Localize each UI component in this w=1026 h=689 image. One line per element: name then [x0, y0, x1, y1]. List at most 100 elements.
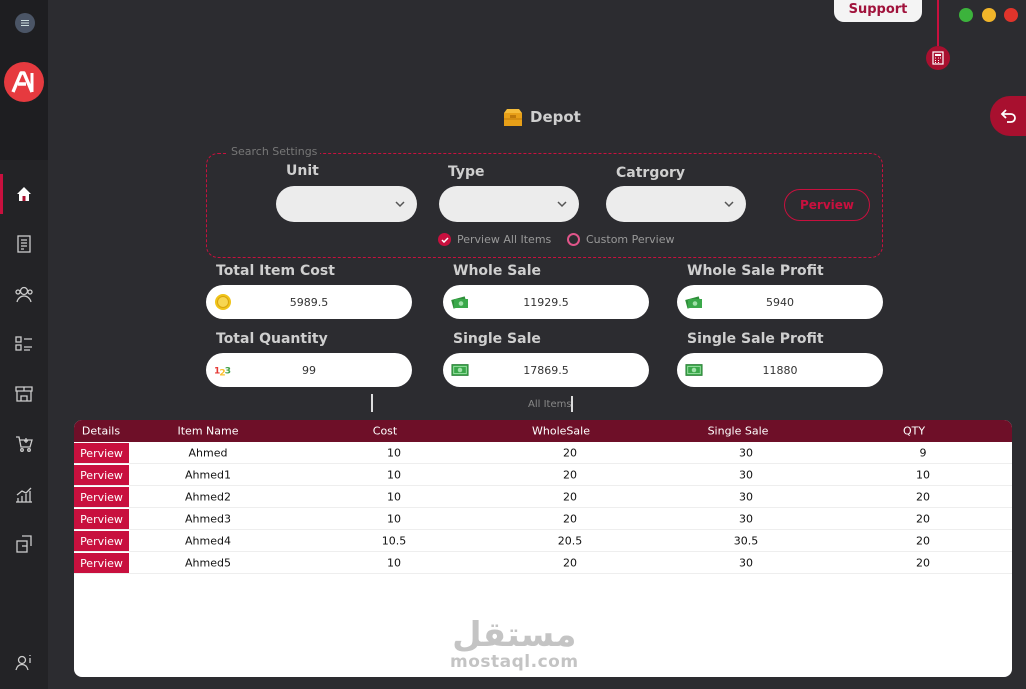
table-row[interactable]: Perview Ahmed1 10 20 30 10 — [74, 464, 1012, 486]
nav-documents[interactable] — [0, 224, 48, 264]
back-arrow-icon — [1000, 109, 1016, 123]
table-row[interactable]: Perview Ahmed 10 20 30 9 — [74, 442, 1012, 464]
table-cell: Ahmed3 — [185, 512, 231, 525]
table-cell: 20 — [563, 446, 577, 459]
table-cell: 20 — [563, 556, 577, 569]
table-cell: 20 — [916, 512, 930, 525]
type-label: Type — [448, 164, 485, 180]
store-icon — [15, 386, 33, 402]
cart-icon — [16, 436, 33, 452]
table-cell: 20 — [563, 512, 577, 525]
radio-unchecked-icon — [567, 233, 580, 246]
nav-store[interactable] — [0, 374, 48, 414]
banknote-icon — [451, 361, 469, 379]
users-icon — [15, 286, 33, 303]
row-preview-button[interactable]: Perview — [74, 553, 129, 573]
table-cell: 30 — [739, 468, 753, 481]
text-cursor — [371, 394, 373, 412]
table-row[interactable]: Perview Ahmed5 10 20 30 20 — [74, 552, 1012, 574]
column-header[interactable]: WholeSale — [532, 425, 590, 438]
box-icon — [504, 109, 522, 126]
row-preview-button[interactable]: Perview — [74, 465, 129, 485]
whole-sale-profit-field: 5940 — [677, 285, 883, 319]
column-header[interactable]: Cost — [373, 425, 397, 438]
table-cell: Ahmed5 — [185, 556, 231, 569]
numbers-icon: 123 — [214, 361, 232, 379]
table-row[interactable]: Perview Ahmed2 10 20 30 20 — [74, 486, 1012, 508]
maximize-button[interactable] — [959, 8, 973, 22]
nav-cart[interactable] — [0, 424, 48, 464]
table-cell: 10 — [387, 512, 401, 525]
radio-checked-icon — [438, 233, 451, 246]
table-cell: 30.5 — [733, 534, 759, 547]
unit-select[interactable] — [276, 186, 417, 222]
table-header: Details Item Name Cost WholeSale Single … — [74, 420, 1012, 442]
table-cell: 10 — [387, 446, 401, 459]
table-cell: 20.5 — [557, 534, 583, 547]
table-cell: 10 — [387, 556, 401, 569]
table-row[interactable]: Perview Ahmed4 10.5 20.5 30.5 20 — [74, 530, 1012, 552]
nav-user-info[interactable] — [0, 642, 48, 682]
type-select[interactable] — [439, 186, 579, 222]
radio-preview-all[interactable]: Perview All Items — [438, 233, 551, 246]
nav-users[interactable] — [0, 274, 48, 314]
nav-checklist[interactable] — [0, 324, 48, 364]
menu-button[interactable] — [15, 13, 35, 33]
whole-sale-field: 11929.5 — [443, 285, 649, 319]
chevron-down-icon — [395, 200, 405, 207]
column-header[interactable]: Details — [82, 425, 120, 438]
logo-icon — [11, 71, 34, 93]
table-cell: 30 — [739, 556, 753, 569]
menu-icon — [21, 20, 29, 26]
table-cell: 30 — [739, 512, 753, 525]
user-info-icon — [15, 655, 31, 671]
preview-button[interactable]: Perview — [784, 189, 870, 221]
table-cell: 20 — [563, 468, 577, 481]
checklist-icon — [15, 336, 32, 351]
coin-icon — [214, 293, 232, 311]
category-select[interactable] — [606, 186, 746, 222]
column-header[interactable]: Item Name — [178, 425, 239, 438]
nav-home[interactable] — [0, 174, 48, 214]
table-cell: 30 — [739, 490, 753, 503]
single-sale-profit-field: 11880 — [677, 353, 883, 387]
table-cell: 10 — [387, 490, 401, 503]
row-preview-button[interactable]: Perview — [74, 531, 129, 551]
calculator-button[interactable] — [926, 46, 950, 70]
divider — [937, 0, 939, 46]
banknote-icon — [685, 361, 703, 379]
export-icon — [16, 535, 32, 553]
row-preview-button[interactable]: Perview — [74, 509, 129, 529]
total-item-cost-field: 5989.5 — [206, 285, 412, 319]
close-button[interactable] — [1004, 8, 1018, 22]
back-button[interactable] — [990, 96, 1026, 136]
all-items-label: All Items — [528, 399, 572, 410]
sidebar — [0, 0, 48, 689]
total-quantity-label: Total Quantity — [216, 331, 328, 347]
nav-reports[interactable] — [0, 474, 48, 514]
nav-export[interactable] — [0, 524, 48, 564]
svg-text:3: 3 — [225, 367, 231, 377]
table-row[interactable]: Perview Ahmed3 10 20 30 20 — [74, 508, 1012, 530]
single-sale-label: Single Sale — [453, 331, 541, 347]
table-cell: 9 — [919, 446, 927, 459]
table-body: Perview Ahmed 10 20 30 9 Perview Ahmed1 10 20 30 10… — [74, 442, 1012, 574]
text-cursor — [571, 396, 573, 412]
table-cell: Ahmed4 — [185, 534, 231, 547]
column-header[interactable]: Single Sale — [708, 425, 769, 438]
support-button[interactable]: Support — [834, 0, 922, 22]
table-cell: 10 — [387, 468, 401, 481]
table-cell: Ahmed1 — [185, 468, 231, 481]
whole-sale-profit-label: Whole Sale Profit — [687, 263, 824, 279]
minimize-button[interactable] — [982, 8, 996, 22]
chevron-down-icon — [724, 200, 734, 207]
row-preview-button[interactable]: Perview — [74, 443, 129, 463]
row-preview-button[interactable]: Perview — [74, 487, 129, 507]
radio-custom-preview[interactable]: Custom Perview — [567, 233, 675, 246]
total-item-cost-label: Total Item Cost — [216, 263, 335, 279]
table-cell: 20 — [916, 534, 930, 547]
column-header[interactable]: QTY — [903, 425, 925, 438]
single-sale-profit-label: Single Sale Profit — [687, 331, 824, 347]
page-title: Depot — [502, 106, 581, 128]
unit-label: Unit — [286, 163, 319, 179]
